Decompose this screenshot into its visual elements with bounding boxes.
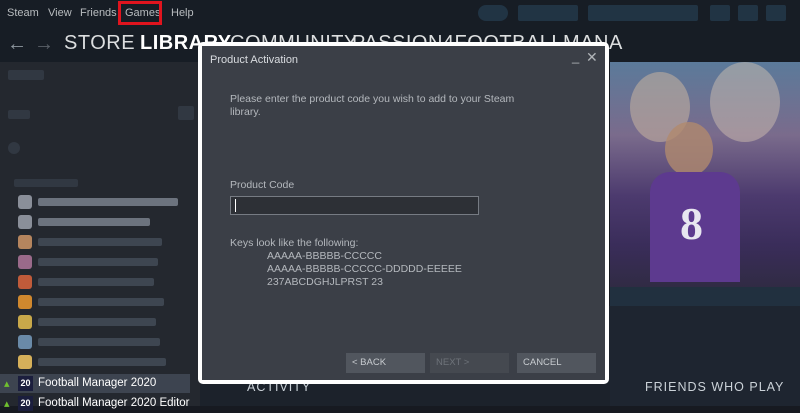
- dialog-title: Product Activation: [210, 54, 299, 66]
- art-jersey-number: 8: [680, 198, 703, 249]
- sidebar-item-football-manager-2020[interactable]: ▴ 20 Football Manager 2020: [0, 374, 190, 393]
- maximize-window-icon[interactable]: [738, 5, 758, 21]
- list-item[interactable]: [0, 352, 190, 372]
- key-example: 237ABCDGHJLPRST 23: [267, 276, 383, 288]
- notifications-icon[interactable]: [518, 5, 578, 21]
- intro-line: Please enter the product code you wish t…: [230, 93, 515, 105]
- filter-dropdown[interactable]: [8, 110, 30, 119]
- key-examples: AAAAA-BBBBB-CCCCC AAAAA-BBBBB-CCCCC-DDDD…: [267, 250, 462, 289]
- category-header: [14, 179, 78, 187]
- search-icon[interactable]: [8, 142, 20, 154]
- list-item[interactable]: [0, 292, 190, 312]
- back-button[interactable]: < BACK: [346, 353, 425, 373]
- home-button[interactable]: [8, 70, 44, 80]
- list-item[interactable]: [0, 272, 190, 292]
- sidebar-item-football-manager-2020-editor[interactable]: ▴ 20 Football Manager 2020 Editor: [0, 394, 190, 413]
- art-footer-bar: [610, 287, 800, 306]
- next-button[interactable]: NEXT >: [430, 353, 509, 373]
- product-activation-dialog: Product Activation _ ✕ Please enter the …: [198, 42, 609, 384]
- text-caret: [235, 199, 236, 212]
- product-code-label: Product Code: [230, 179, 295, 191]
- intro-text: Please enter the product code you wish t…: [230, 93, 514, 119]
- game-title: Football Manager 2020 Editor: [38, 397, 190, 409]
- nav-store[interactable]: STORE: [64, 32, 135, 55]
- forward-arrow-icon[interactable]: →: [34, 33, 54, 56]
- friends-who-play-heading: FRIENDS WHO PLAY: [645, 380, 785, 394]
- menu-bar: Steam View Friends Games Help: [0, 0, 800, 28]
- list-item[interactable]: [0, 332, 190, 352]
- product-code-input[interactable]: [230, 196, 479, 215]
- menu-steam[interactable]: Steam: [7, 7, 39, 19]
- list-item[interactable]: [0, 192, 190, 212]
- minimize-icon[interactable]: _: [572, 49, 579, 64]
- news-icon[interactable]: [478, 5, 508, 21]
- menu-help[interactable]: Help: [171, 7, 194, 19]
- games-menu-highlight: [118, 1, 162, 25]
- library-sidebar: ▴ 20 Football Manager 2020 ▴ 20 Football…: [0, 62, 200, 411]
- football-manager-icon: 20: [18, 376, 33, 391]
- list-item[interactable]: [0, 252, 190, 272]
- key-example: AAAAA-BBBBB-CCCCC: [267, 250, 382, 262]
- download-status-icon: ▴: [4, 378, 10, 390]
- menu-friends[interactable]: Friends: [80, 7, 117, 19]
- cancel-button[interactable]: CANCEL: [517, 353, 596, 373]
- minimize-window-icon[interactable]: [710, 5, 730, 21]
- art-arm: [710, 62, 780, 142]
- download-status-icon: ▴: [4, 398, 10, 410]
- keys-heading: Keys look like the following:: [230, 237, 359, 249]
- intro-line: library.: [230, 106, 261, 118]
- game-hero-image: 8: [610, 62, 800, 306]
- football-manager-icon: 20: [18, 396, 33, 411]
- key-example: AAAAA-BBBBB-CCCCC-DDDDD-EEEEE: [267, 263, 462, 275]
- close-window-icon[interactable]: [766, 5, 786, 21]
- top-right-controls: [470, 3, 800, 25]
- game-title: Football Manager 2020: [38, 377, 157, 389]
- art-head: [665, 122, 713, 176]
- list-item[interactable]: [0, 312, 190, 332]
- back-arrow-icon[interactable]: ←: [7, 33, 27, 56]
- filter-icon[interactable]: [178, 106, 194, 120]
- account-menu[interactable]: [588, 5, 698, 21]
- menu-view[interactable]: View: [48, 7, 72, 19]
- dialog-body: Product Activation _ ✕ Please enter the …: [202, 46, 605, 380]
- list-item[interactable]: [0, 232, 190, 252]
- close-icon[interactable]: ✕: [586, 49, 598, 66]
- list-item[interactable]: [0, 212, 190, 232]
